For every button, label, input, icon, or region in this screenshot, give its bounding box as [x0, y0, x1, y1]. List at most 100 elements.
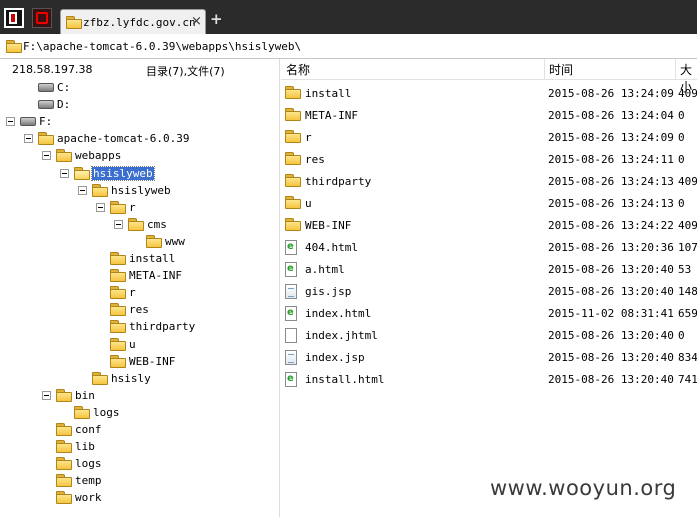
- file-time: 2015-08-26 13:20:40: [548, 263, 674, 276]
- file-time: 2015-08-26 13:24:22: [548, 219, 674, 232]
- stop-icon[interactable]: [32, 8, 52, 28]
- file-row[interactable]: thirdparty 2015-08-26 13:24:13 409: [281, 171, 697, 191]
- file-time: 2015-11-02 08:31:41: [548, 307, 674, 320]
- folder-icon: [110, 303, 126, 317]
- folder-icon: [56, 457, 72, 471]
- new-tab-button[interactable]: +: [210, 12, 223, 27]
- file-size: 0: [678, 131, 685, 144]
- file-row[interactable]: 404.html 2015-08-26 13:20:36 107: [281, 237, 697, 257]
- folder-icon: [128, 217, 144, 231]
- file-time: 2015-08-26 13:24:09: [548, 131, 674, 144]
- file-row[interactable]: index.jsp 2015-08-26 13:20:40 834: [281, 347, 697, 367]
- tab-active[interactable]: zfbz.lyfdc.gov.cn ×: [60, 9, 206, 34]
- folder-icon: [92, 371, 108, 385]
- column-divider[interactable]: [675, 59, 676, 79]
- file-size: 741: [678, 373, 697, 386]
- file-row[interactable]: gis.jsp 2015-08-26 13:20:40 148: [281, 281, 697, 301]
- column-name-header[interactable]: 名称: [286, 61, 310, 78]
- file-size: 107: [678, 241, 697, 254]
- tree-item-label: work: [75, 491, 102, 505]
- file-row[interactable]: r 2015-08-26 13:24:09 0: [281, 127, 697, 147]
- close-icon[interactable]: ×: [191, 14, 202, 29]
- file-size: 659: [678, 307, 697, 320]
- collapse-toggle-icon[interactable]: [24, 134, 33, 144]
- collapse-toggle-icon[interactable]: [114, 219, 123, 229]
- file-row[interactable]: WEB-INF 2015-08-26 13:24:22 409: [281, 215, 697, 235]
- tree-item-label: r: [129, 286, 136, 300]
- folder-icon: [6, 40, 22, 53]
- file-list-pane: 名称 时间 大小 install 2015-08-26 13:24:09 409 ME…: [281, 59, 697, 517]
- file-time: 2015-08-26 13:20:40: [548, 373, 674, 386]
- collapse-toggle-icon[interactable]: [78, 185, 87, 195]
- folder-icon: [285, 174, 301, 187]
- file-row[interactable]: a.html 2015-08-26 13:20:40 53: [281, 259, 697, 279]
- file-time: 2015-08-26 13:20:40: [548, 285, 674, 298]
- tree-item-label: webapps: [75, 149, 122, 163]
- drive-icon: [20, 117, 36, 127]
- tab-strip: zfbz.lyfdc.gov.cn × +: [0, 0, 697, 34]
- html-file-icon: [285, 262, 297, 277]
- column-divider[interactable]: [544, 59, 545, 79]
- folder-icon: [285, 86, 301, 99]
- file-row[interactable]: index.html 2015-11-02 08:31:41 659: [281, 303, 697, 323]
- file-name: gis.jsp: [305, 285, 352, 298]
- folder-icon: [110, 200, 126, 214]
- collapse-toggle-icon[interactable]: [42, 390, 51, 400]
- file-row[interactable]: install 2015-08-26 13:24:09 409: [281, 83, 697, 103]
- folder-icon: [110, 252, 126, 265]
- file-name: thirdparty: [305, 175, 372, 188]
- file-size: 0: [678, 153, 685, 166]
- file-row[interactable]: META-INF 2015-08-26 13:24:04 0: [281, 105, 697, 125]
- folder-icon: [56, 388, 72, 402]
- file-name: install.html: [305, 373, 385, 386]
- tree-item-label: apache-tomcat-6.0.39: [57, 132, 190, 146]
- address-bar[interactable]: F:\apache-tomcat-6.0.39\webapps\hsislywe…: [0, 34, 697, 59]
- folder-icon: [110, 354, 126, 368]
- tree-item-label: F:: [39, 115, 53, 129]
- address-path[interactable]: F:\apache-tomcat-6.0.39\webapps\hsislywe…: [23, 40, 301, 53]
- file-size: 0: [678, 329, 685, 342]
- folder-icon: [56, 474, 72, 488]
- folder-icon: [56, 440, 72, 454]
- tree-item-label: res: [129, 303, 149, 317]
- file-time: 2015-08-26 13:24:13: [548, 175, 674, 188]
- collapse-toggle-icon[interactable]: [60, 168, 69, 178]
- file-name: install: [305, 87, 352, 100]
- file-row[interactable]: install.html 2015-08-26 13:20:40 741: [281, 369, 697, 389]
- file-row[interactable]: res 2015-08-26 13:24:11 0: [281, 149, 697, 169]
- html-file-icon: [285, 240, 297, 255]
- file-time: 2015-08-26 13:24:04: [548, 109, 674, 122]
- file-name: WEB-INF: [305, 219, 352, 232]
- collapse-toggle-icon[interactable]: [96, 202, 105, 212]
- tree-item-label: thirdparty: [129, 320, 196, 334]
- collapse-toggle-icon[interactable]: [42, 151, 51, 161]
- jsp-file-icon: [285, 350, 297, 365]
- tree-item-label: C:: [57, 81, 71, 94]
- tree-item-label: install: [129, 252, 176, 265]
- tree-item-label: hsislyweb: [111, 183, 171, 197]
- folder-icon: [146, 234, 162, 248]
- folder-icon: [285, 152, 301, 165]
- folder-icon: [74, 405, 90, 419]
- file-row[interactable]: index.jhtml 2015-08-26 13:20:40 0: [281, 325, 697, 345]
- folder-icon: [92, 183, 108, 197]
- tree-item-label: META-INF: [129, 269, 182, 283]
- file-time: 2015-08-26 13:24:09: [548, 87, 674, 100]
- file-name: index.html: [305, 307, 372, 320]
- tree-item-label: bin: [75, 388, 95, 402]
- file-name: u: [305, 197, 312, 210]
- tree-item-label: hsislyweb: [91, 165, 155, 181]
- watermark: www.wooyun.org: [490, 476, 677, 500]
- file-row[interactable]: u 2015-08-26 13:24:13 0: [281, 193, 697, 213]
- tree-item-label: WEB-INF: [129, 354, 176, 368]
- tree-item-label: temp: [75, 474, 102, 488]
- file-name: index.jhtml: [305, 329, 378, 342]
- directory-summary: 目录(7),文件(7): [146, 65, 225, 78]
- collapse-toggle-icon[interactable]: [6, 117, 15, 127]
- column-time-header[interactable]: 时间: [549, 61, 573, 78]
- file-name: META-INF: [305, 109, 358, 122]
- app-logo-icon[interactable]: [4, 8, 24, 28]
- file-size: 409: [678, 87, 697, 100]
- drive-icon: [38, 83, 54, 92]
- tab-title: zfbz.lyfdc.gov.cn: [83, 16, 196, 29]
